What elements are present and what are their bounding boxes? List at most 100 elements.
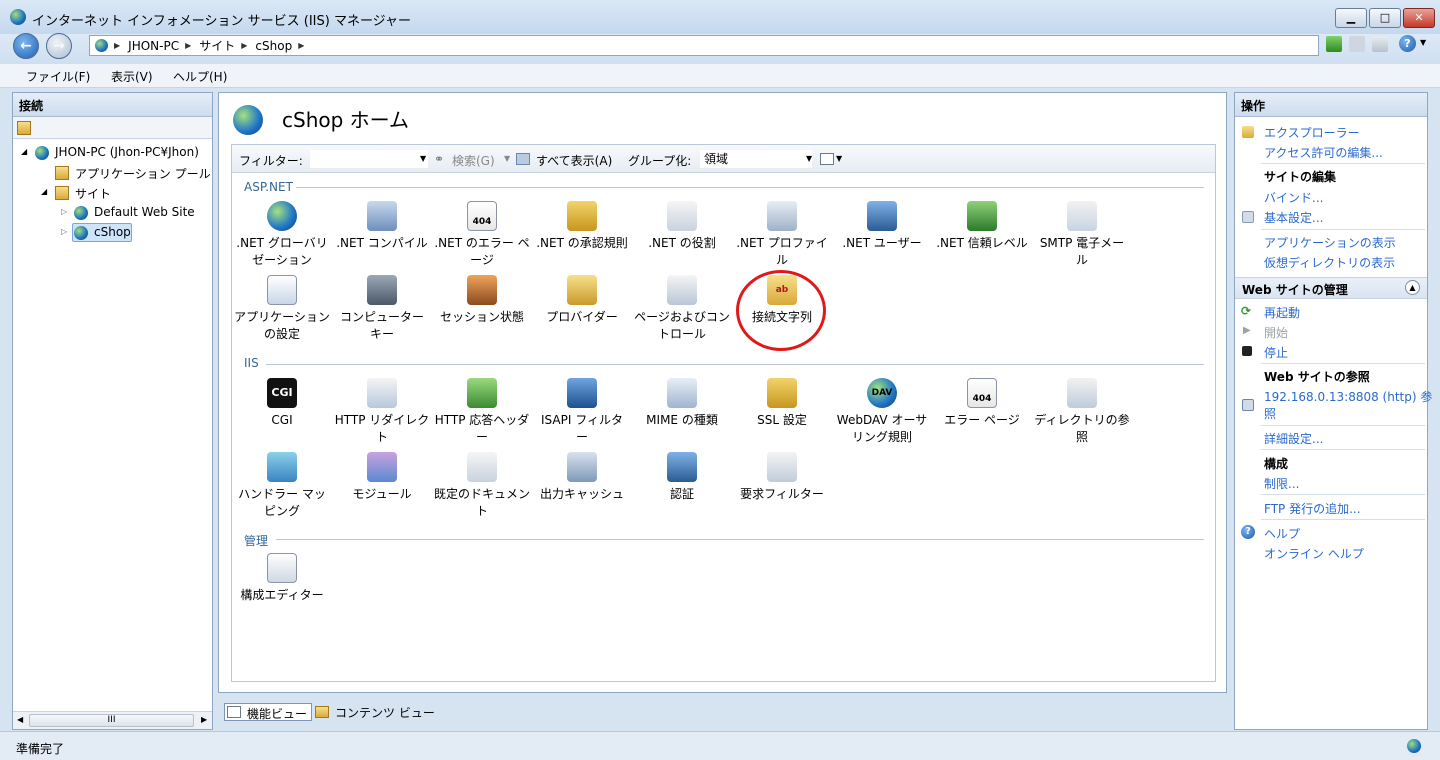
breadcrumb-separator-icon: ▶ [114, 41, 121, 50]
action-add-ftp[interactable]: FTP 発行の追加... [1264, 500, 1361, 517]
breadcrumb-separator-icon: ▶ [185, 41, 192, 50]
action-limits[interactable]: 制限... [1264, 475, 1299, 492]
help-icon[interactable]: ? [1399, 35, 1416, 52]
filter-input[interactable] [310, 150, 428, 168]
feature-label: 構成エディター [240, 588, 324, 602]
feature-iis-3[interactable]: ISAPI フィルター [532, 378, 632, 446]
feature-iis-8[interactable]: ディレクトリの参照 [1032, 378, 1132, 446]
feature-iis-4[interactable]: MIME の種類 [632, 378, 732, 429]
feature-aspnet-0[interactable]: .NET グローバリ ゼーション [232, 201, 332, 269]
stop-icon[interactable] [1349, 36, 1365, 52]
chevron-down-icon[interactable]: ▼ [806, 154, 812, 163]
feature-iis-11[interactable]: 既定のドキュメント [432, 452, 532, 520]
expand-icon[interactable]: ▷ [61, 207, 67, 216]
feature-aspnet-9[interactable]: アプリケーション の設定 [232, 275, 332, 343]
feature-management-0[interactable]: 構成エディター [232, 553, 332, 604]
feature-label: ページおよびコン [634, 310, 730, 324]
expand-icon[interactable]: ▷ [61, 227, 67, 236]
action-restart[interactable]: 再起動 [1264, 304, 1300, 321]
show-all-icon [516, 153, 530, 165]
feature-aspnet-11[interactable]: セッション状態 [432, 275, 532, 326]
minimize-button[interactable]: ▁ [1335, 8, 1367, 28]
search-button[interactable]: 検索(G) [452, 152, 495, 169]
back-button[interactable]: ← [13, 33, 39, 59]
chevron-down-icon[interactable]: ▼ [836, 154, 842, 163]
feature-aspnet-6[interactable]: .NET ユーザー [832, 201, 932, 252]
menu-file[interactable]: ファイル(F) [26, 68, 90, 85]
action-stop[interactable]: 停止 [1264, 344, 1288, 361]
breadcrumb-item[interactable]: cShop [255, 39, 292, 53]
site-home-globe-icon [233, 105, 263, 135]
feature-label: MIME の種類 [646, 413, 718, 427]
collapse-icon[interactable]: ◢ [21, 147, 27, 156]
section-divider [296, 187, 1204, 188]
action-browse-url-cont[interactable]: 照 [1264, 405, 1276, 422]
scroll-right-icon[interactable]: ▶ [201, 715, 207, 724]
feature-aspnet-7[interactable]: .NET 信頼レベル [932, 201, 1032, 252]
maximize-button[interactable]: □ [1369, 8, 1401, 28]
feature-aspnet-1[interactable]: .NET コンパイル [332, 201, 432, 252]
action-advanced-settings[interactable]: 詳細設定... [1264, 430, 1323, 447]
feature-iis-12[interactable]: 出力キャッシュ [532, 452, 632, 503]
feature-iis-14[interactable]: 要求フィルター [732, 452, 832, 503]
action-view-virtual-dirs[interactable]: 仮想ディレクトリの表示 [1264, 254, 1395, 271]
breadcrumb-item[interactable]: サイト [199, 37, 235, 54]
feature-iis-7[interactable]: 404 エラー ページ [932, 378, 1032, 429]
feature-aspnet-3[interactable]: .NET の承認規則 [532, 201, 632, 252]
action-explore[interactable]: エクスプローラー [1264, 124, 1360, 141]
feature-label: WebDAV オーサ [836, 413, 928, 427]
refresh-icon[interactable] [1326, 36, 1342, 52]
breadcrumb-item[interactable]: JHON-PC [128, 39, 179, 53]
feature-aspnet-13[interactable]: ページおよびコン トロール [632, 275, 732, 343]
menu-view[interactable]: 表示(V) [111, 68, 153, 85]
action-view-applications[interactable]: アプリケーションの表示 [1264, 234, 1396, 251]
action-online-help[interactable]: オンライン ヘルプ [1264, 545, 1364, 562]
restart-icon: ⟳ [1241, 304, 1252, 318]
horizontal-scrollbar[interactable]: ◀ III ▶ [13, 711, 212, 729]
menu-help[interactable]: ヘルプ(H) [173, 68, 227, 85]
feature-iis-0[interactable]: CGI CGI [232, 378, 332, 429]
feature-aspnet-2[interactable]: 404 .NET のエラー ページ [432, 201, 532, 269]
feature-globe-icon [267, 201, 297, 231]
feature-iis-5[interactable]: SSL 設定 [732, 378, 832, 429]
feature-iis-6[interactable]: DAV WebDAV オーサ リング規則 [832, 378, 932, 446]
feature-iis-1[interactable]: HTTP リダイレクト [332, 378, 432, 446]
feature-aspnet-5[interactable]: .NET プロファイル [732, 201, 832, 269]
action-browse-url[interactable]: 192.168.0.13:8808 (http) 参 [1264, 388, 1432, 405]
feature-iis-10[interactable]: モジュール [332, 452, 432, 503]
feature-aspnet-10[interactable]: コンピューター キー [332, 275, 432, 343]
forward-button[interactable]: → [46, 33, 72, 59]
feature-iis-9[interactable]: ハンドラー マッ ピング [232, 452, 332, 520]
folder-icon[interactable] [17, 121, 31, 135]
feature-aspnet-8[interactable]: SMTP 電子メール [1032, 201, 1132, 269]
action-basic-settings[interactable]: 基本設定... [1264, 209, 1323, 226]
action-bindings[interactable]: バインド... [1264, 189, 1323, 206]
show-all-button[interactable]: すべて表示(A) [536, 152, 612, 169]
tree-node-default-site[interactable]: Default Web Site [94, 205, 195, 219]
view-mode-icon[interactable] [820, 153, 834, 165]
home-icon[interactable] [1372, 36, 1388, 52]
tree-node-sites[interactable]: サイト [75, 185, 111, 202]
chevron-down-icon[interactable]: ▼ [420, 154, 426, 163]
tab-content-view[interactable]: コンテンツ ビュー [313, 703, 439, 721]
feature-label-cont: ト [375, 430, 388, 444]
action-help[interactable]: ヘルプ [1264, 525, 1300, 542]
scroll-left-icon[interactable]: ◀ [17, 715, 23, 724]
collapse-icon[interactable]: ◢ [41, 187, 47, 196]
address-bar[interactable]: ▶ JHON-PC ▶ サイト ▶ cShop ▶ [89, 35, 1319, 56]
collapse-chevron-icon[interactable]: ▲ [1405, 280, 1420, 295]
chevron-down-icon[interactable]: ▼ [1420, 38, 1426, 47]
close-button[interactable]: ✕ [1403, 8, 1435, 28]
chevron-down-icon[interactable]: ▼ [504, 154, 510, 163]
scroll-thumb[interactable]: III [29, 714, 194, 727]
group-by-select[interactable]: 領域 [700, 150, 812, 168]
feature-iis-13[interactable]: 認証 [632, 452, 732, 503]
feature-aspnet-4[interactable]: .NET の役割 [632, 201, 732, 252]
tree-node-server[interactable]: JHON-PC (Jhon-PC¥Jhon) [55, 145, 199, 159]
feature-iis-2[interactable]: HTTP 応答ヘッダー [432, 378, 532, 446]
manage-site-title: Web サイトの管理 [1242, 283, 1348, 297]
tree-node-cshop[interactable]: cShop [94, 225, 131, 239]
feature-aspnet-12[interactable]: プロバイダー [532, 275, 632, 326]
tree-node-app-pools[interactable]: アプリケーション プール [75, 165, 211, 182]
action-edit-permissions[interactable]: アクセス許可の編集... [1264, 144, 1383, 161]
